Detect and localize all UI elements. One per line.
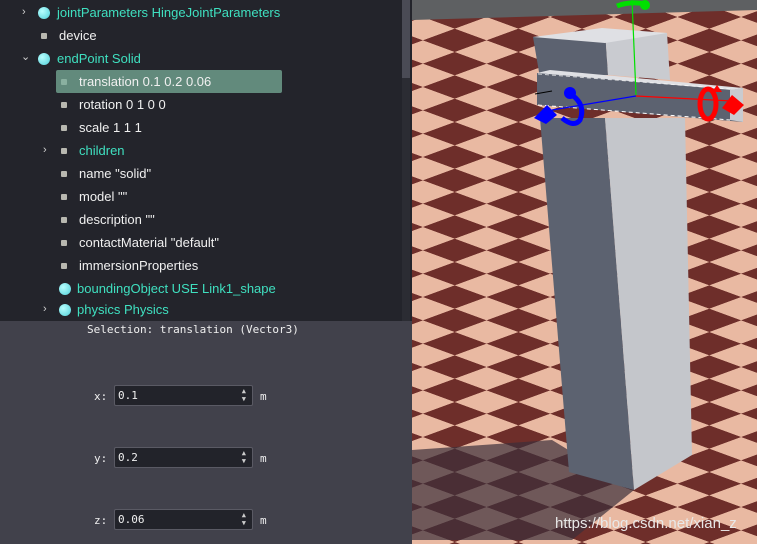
spin-down-icon[interactable]: ▼	[242, 396, 246, 403]
x-value[interactable]: 0.1	[118, 389, 138, 402]
node-icon	[38, 7, 50, 19]
tree-item-joint-parameters[interactable]: › jointParameters HingeJointParameters	[0, 1, 400, 24]
y-value[interactable]: 0.2	[118, 451, 138, 464]
scene-tree: › jointParameters HingeJointParameters d…	[0, 0, 410, 321]
tree-item-description[interactable]: description ""	[0, 208, 400, 231]
field-icon	[41, 33, 47, 39]
chevron-right-icon[interactable]: ›	[43, 298, 47, 321]
z-unit: m	[260, 514, 267, 527]
tree-item-immersion-properties[interactable]: immersionProperties	[0, 254, 400, 277]
x-unit: m	[260, 390, 267, 403]
3d-viewport[interactable]: https://blog.csdn.net/xian_z	[412, 0, 757, 544]
z-spinbox[interactable]: 0.06 ▲ ▼	[114, 509, 253, 530]
field-icon	[61, 171, 67, 177]
field-icon	[61, 263, 67, 269]
spin-up-icon[interactable]: ▲	[242, 388, 246, 395]
scene-render	[412, 0, 757, 544]
tree-item-name[interactable]: name "solid"	[0, 162, 400, 185]
tree-item-physics[interactable]: › physics Physics	[0, 298, 400, 321]
tree-item-contact-material[interactable]: contactMaterial "default"	[0, 231, 400, 254]
spin-up-icon[interactable]: ▲	[242, 512, 246, 519]
y-label: y:	[94, 452, 108, 465]
field-icon	[61, 194, 67, 200]
tree-item-translation[interactable]: translation 0.1 0.2 0.06	[0, 70, 400, 93]
tree-item-scale[interactable]: scale 1 1 1	[0, 116, 400, 139]
field-icon	[61, 125, 67, 131]
y-unit: m	[260, 452, 267, 465]
field-icon	[61, 79, 67, 85]
spin-down-icon[interactable]: ▼	[242, 458, 246, 465]
chevron-right-icon[interactable]: ›	[22, 1, 26, 24]
field-icon	[61, 217, 67, 223]
tree-item-model[interactable]: model ""	[0, 185, 400, 208]
chevron-down-icon[interactable]: ⌄	[21, 46, 30, 69]
node-icon	[59, 283, 71, 295]
x-spinbox[interactable]: 0.1 ▲ ▼	[114, 385, 253, 406]
field-editor: Selection: translation (Vector3) x: 0.1 …	[0, 321, 412, 544]
z-label: z:	[94, 514, 108, 527]
node-icon	[38, 53, 50, 65]
tree-item-rotation[interactable]: rotation 0 1 0 0	[0, 93, 400, 116]
watermark: https://blog.csdn.net/xian_z	[555, 515, 737, 532]
y-spinbox[interactable]: 0.2 ▲ ▼	[114, 447, 253, 468]
spin-down-icon[interactable]: ▼	[242, 520, 246, 527]
selection-title: Selection: translation (Vector3)	[87, 323, 299, 336]
tree-item-endpoint[interactable]: ⌄ endPoint Solid	[0, 47, 400, 70]
tree-item-children[interactable]: › children	[0, 139, 400, 162]
node-icon	[59, 304, 71, 316]
tree-scrollbar[interactable]	[402, 0, 410, 321]
z-value[interactable]: 0.06	[118, 513, 145, 526]
field-icon	[61, 148, 67, 154]
field-icon	[61, 102, 67, 108]
x-label: x:	[94, 390, 108, 403]
scrollbar-thumb[interactable]	[402, 0, 410, 78]
tree-item-device[interactable]: device	[0, 24, 400, 47]
chevron-right-icon[interactable]: ›	[43, 139, 47, 162]
spin-up-icon[interactable]: ▲	[242, 450, 246, 457]
field-icon	[61, 240, 67, 246]
tree-item-bounding-object[interactable]: boundingObject USE Link1_shape	[0, 277, 400, 300]
